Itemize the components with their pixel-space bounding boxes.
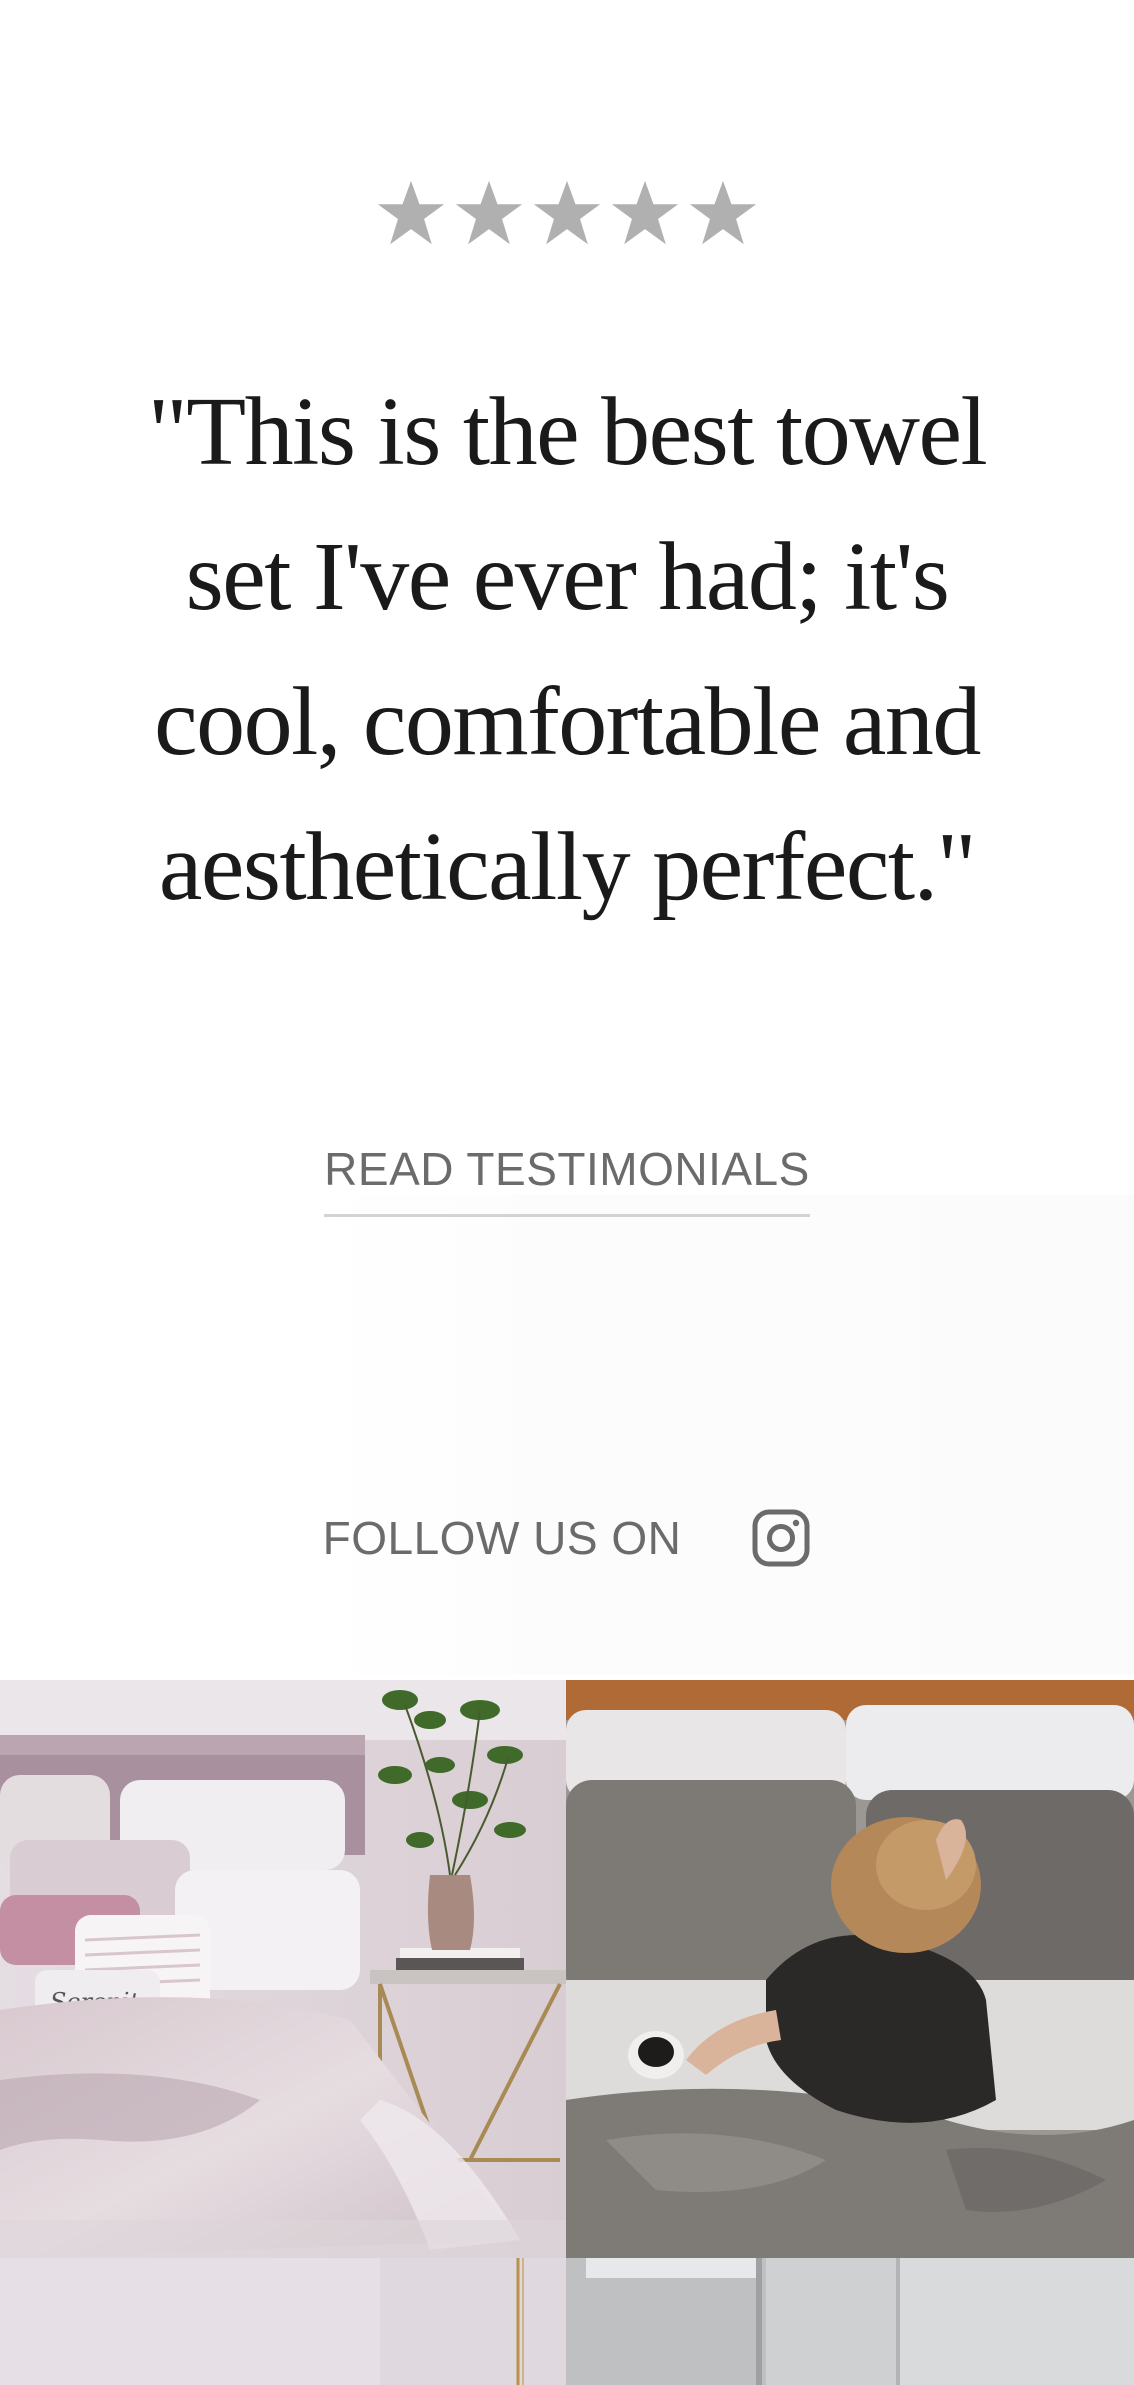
testimonial-page: "This is the best towel set I've ever ha… <box>0 0 1134 2385</box>
star-icon <box>609 178 681 250</box>
follow-us-label: FOLLOW US ON <box>322 1512 682 1564</box>
gallery-image-bedroom[interactable]: Serenity <box>0 1680 566 2258</box>
gallery-image-woman-in-bed[interactable] <box>566 1680 1134 2258</box>
follow-us-row: FOLLOW US ON <box>0 1508 1134 1568</box>
instagram-icon[interactable] <box>751 1508 811 1568</box>
instagram-gallery: Serenity <box>0 1680 1134 2385</box>
background-panel <box>320 1195 1134 1675</box>
star-rating <box>0 178 1134 268</box>
testimonials-link-wrap: READ TESTIMONIALS <box>0 1142 1134 1217</box>
star-icon <box>687 178 759 250</box>
read-testimonials-link[interactable]: READ TESTIMONIALS <box>324 1142 810 1217</box>
stars-row <box>375 178 759 250</box>
star-icon <box>375 178 447 250</box>
testimonial-quote: "This is the best towel set I've ever ha… <box>147 378 988 921</box>
star-icon <box>531 178 603 250</box>
star-icon <box>453 178 525 250</box>
gallery-image-lilac-wall[interactable] <box>0 2258 566 2385</box>
gallery-image-window[interactable] <box>566 2258 1134 2385</box>
